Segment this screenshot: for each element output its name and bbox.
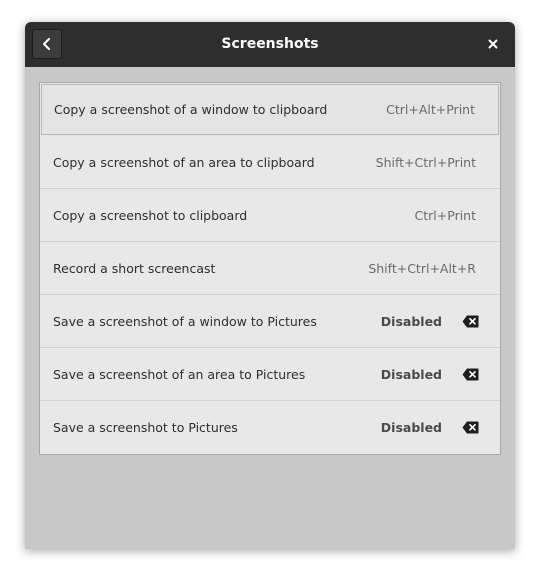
shortcut-accelerator: Ctrl+Print [414,207,476,223]
shortcut-row[interactable]: Copy a screenshot of a window to clipboa… [41,84,499,135]
shortcut-label: Copy a screenshot of an area to clipboar… [53,154,315,170]
clear-shortcut-button[interactable] [461,314,479,328]
backspace-icon [462,315,479,327]
backspace-icon [462,368,479,380]
close-button[interactable] [481,32,505,56]
clear-shortcut-button[interactable] [461,367,479,381]
shortcut-accelerator-disabled: Disabled [380,366,442,382]
close-icon [488,39,498,49]
shortcut-accelerator: Shift+Ctrl+Alt+R [368,260,476,276]
shortcut-accelerator: Shift+Ctrl+Print [375,154,476,170]
shortcut-label: Record a short screencast [53,260,216,276]
shortcut-accelerator: Ctrl+Alt+Print [386,102,475,117]
shortcut-row[interactable]: Save a screenshot of a window to Picture… [40,295,500,348]
shortcut-label: Save a screenshot of a window to Picture… [53,313,317,329]
shortcuts-dialog: Screenshots Copy a screenshot of a windo… [25,22,515,549]
shortcut-label: Copy a screenshot of a window to clipboa… [54,102,328,117]
chevron-left-icon [43,38,50,50]
back-button[interactable] [32,29,62,59]
shortcut-list: Copy a screenshot of a window to clipboa… [39,82,501,455]
dialog-content: Copy a screenshot of a window to clipboa… [25,67,515,549]
backspace-icon [462,421,479,434]
shortcut-row[interactable]: Record a short screencast Shift+Ctrl+Alt… [40,242,500,295]
shortcut-accelerator-disabled: Disabled [380,420,442,435]
shortcut-label: Save a screenshot to Pictures [53,420,238,435]
shortcut-row[interactable]: Save a screenshot to Pictures Disabled [40,401,500,454]
shortcut-row[interactable]: Copy a screenshot of an area to clipboar… [40,136,500,189]
shortcut-row[interactable]: Save a screenshot of an area to Pictures… [40,348,500,401]
shortcut-label: Copy a screenshot to clipboard [53,207,248,223]
clear-shortcut-button[interactable] [461,421,479,435]
shortcut-accelerator-disabled: Disabled [380,313,442,329]
shortcut-label: Save a screenshot of an area to Pictures [53,366,306,382]
header-bar: Screenshots [25,22,515,67]
shortcut-row[interactable]: Copy a screenshot to clipboard Ctrl+Prin… [40,189,500,242]
dialog-title: Screenshots [221,36,319,52]
